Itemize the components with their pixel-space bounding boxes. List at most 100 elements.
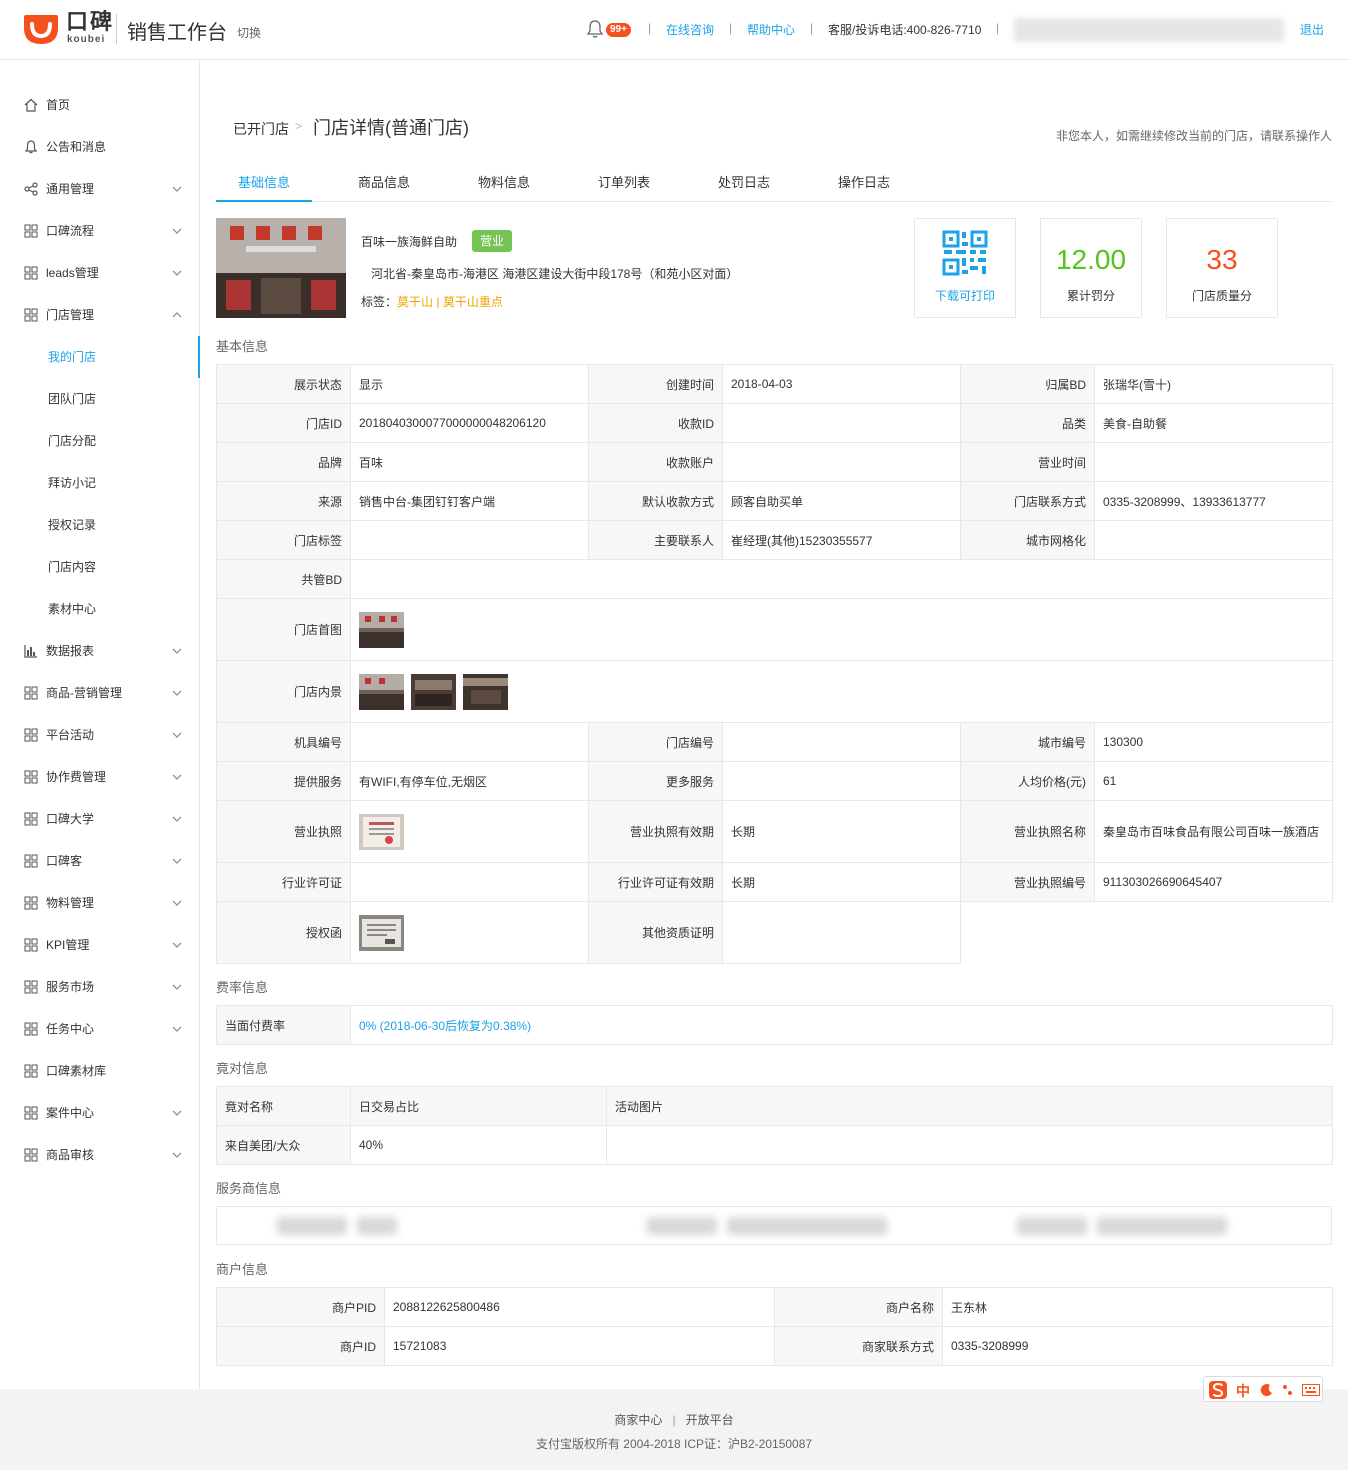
sidebar-item-label: 首页	[46, 98, 71, 112]
sidebar-item-home[interactable]: 首页	[0, 84, 199, 126]
sidebar-subitem-visit-notes[interactable]: 拜访小记	[0, 462, 199, 504]
sidebar-subitem-my-stores[interactable]: 我的门店	[0, 336, 200, 378]
tab-basic-info[interactable]: 基础信息	[216, 165, 312, 202]
sidebar-item[interactable]: 口碑大学	[0, 798, 199, 840]
sidebar-item-store-management[interactable]: 门店管理	[0, 294, 199, 336]
breadcrumb-parent[interactable]: 已开门店	[233, 119, 289, 139]
tab-bar: 基础信息 商品信息 物料信息 订单列表 处罚日志 操作日志	[216, 165, 1332, 202]
sidebar-item-announcements[interactable]: 公告和消息	[0, 126, 199, 168]
chevron-down-icon	[172, 690, 182, 696]
field-value	[350, 800, 589, 863]
field-value	[350, 722, 589, 762]
qr-download-label[interactable]: 下载可打印	[915, 287, 1015, 304]
sidebar-subitem-auth-records[interactable]: 授权记录	[0, 504, 199, 546]
sidebar-subitem-label: 门店内容	[48, 560, 97, 574]
blurred-content	[727, 1217, 887, 1235]
field-label: 门店内景	[216, 660, 351, 723]
sidebar-item[interactable]: 案件中心	[0, 1092, 199, 1134]
sidebar-item-label: 数据报表	[46, 644, 95, 658]
sidebar-subitem-label: 团队门店	[48, 392, 97, 406]
grid-icon	[24, 1064, 38, 1078]
field-value	[722, 442, 961, 482]
authorization-letter-thumbnail[interactable]	[359, 914, 404, 951]
sidebar-item-label: 协作费管理	[46, 770, 107, 784]
grid-icon	[24, 938, 38, 952]
field-value	[350, 660, 1333, 723]
sidebar-item-label: 服务市场	[46, 980, 95, 994]
sidebar-item-general[interactable]: 通用管理	[0, 168, 199, 210]
grid-icon	[24, 1022, 38, 1036]
sidebar-item[interactable]: 平台活动	[0, 714, 199, 756]
field-label: 收款ID	[588, 403, 723, 443]
sidebar-subitem-label: 我的门店	[48, 350, 97, 364]
switch-link[interactable]: 切换	[237, 24, 261, 41]
ime-toolbar[interactable]: 中	[1203, 1376, 1323, 1402]
tab-orders[interactable]: 订单列表	[576, 165, 672, 202]
sidebar-item[interactable]: 任务中心	[0, 1008, 199, 1050]
sidebar-subitem-label: 授权记录	[48, 518, 97, 532]
grid-icon	[24, 812, 38, 826]
tab-operation-log[interactable]: 操作日志	[816, 165, 912, 202]
field-value	[722, 901, 961, 964]
sidebar-item[interactable]: 协作费管理	[0, 756, 199, 798]
store-cover-thumbnail[interactable]	[359, 611, 404, 648]
field-value: 0335-3208999、13933613777	[1094, 481, 1333, 521]
field-value	[350, 862, 589, 902]
sidebar-item[interactable]: 口碑客	[0, 840, 199, 882]
business-license-thumbnail[interactable]	[359, 813, 404, 850]
logout-link[interactable]: 退出	[1300, 21, 1324, 39]
sidebar-item-leads[interactable]: leads管理	[0, 252, 199, 294]
sidebar-item-data-reports[interactable]: 数据报表	[0, 630, 199, 672]
sidebar-item[interactable]: 商品审核	[0, 1134, 199, 1176]
grid-icon	[24, 1148, 38, 1162]
sidebar-item[interactable]: 服务市场	[0, 966, 199, 1008]
grid-icon	[24, 854, 38, 868]
table-row: 来自美团/大众 40%	[216, 1125, 1333, 1165]
sidebar-subitem-team-stores[interactable]: 团队门店	[0, 378, 199, 420]
copyright-text: 支付宝版权所有 2004-2018 ICP证：沪B2-20150087	[535, 1437, 813, 1451]
sidebar-subitem-store-assign[interactable]: 门店分配	[0, 420, 199, 462]
sidebar-item-label: 口碑素材库	[46, 1064, 107, 1078]
table-row: 授权函 其他资质证明	[216, 901, 1333, 964]
store-interior-thumbnail[interactable]	[359, 673, 404, 710]
quality-score-label: 门店质量分	[1191, 289, 1252, 303]
store-interior-thumbnail[interactable]	[463, 673, 508, 710]
help-center-link[interactable]: 帮助中心	[747, 21, 795, 39]
online-consult-link[interactable]: 在线咨询	[666, 21, 714, 39]
store-photo[interactable]	[216, 218, 346, 318]
sidebar-subitem-store-content[interactable]: 门店内容	[0, 546, 199, 588]
field-value	[350, 559, 1333, 599]
tab-products[interactable]: 商品信息	[336, 165, 432, 202]
sidebar-subitem-material-center[interactable]: 素材中心	[0, 588, 199, 630]
chevron-down-icon	[172, 1026, 182, 1032]
section-title-fee: 费率信息	[216, 980, 269, 995]
open-platform-link[interactable]: 开放平台	[686, 1413, 734, 1427]
competitor-info-table: 竟对名称 日交易占比 活动图片 来自美团/大众 40%	[216, 1086, 1333, 1165]
notification-bell-icon[interactable]	[586, 19, 604, 39]
field-value: 王东林	[942, 1287, 1333, 1327]
header-separator: |	[810, 21, 814, 35]
sidebar-item-label: 口碑流程	[46, 224, 95, 238]
merchant-center-link[interactable]: 商家中心	[614, 1413, 662, 1427]
qr-code-card[interactable]: 下载可打印	[914, 218, 1016, 318]
store-interior-thumbnail[interactable]	[411, 673, 456, 710]
tab-materials[interactable]: 物料信息	[456, 165, 552, 202]
blurred-content	[277, 1217, 347, 1235]
table-row: 商户ID 15721083 商家联系方式 0335-3208999	[216, 1326, 1333, 1366]
sidebar-item[interactable]: 商品-营销管理	[0, 672, 199, 714]
sidebar-item[interactable]: 口碑素材库	[0, 1050, 199, 1092]
header-separator: |	[648, 21, 652, 35]
footer-separator: |	[672, 1413, 676, 1427]
quality-score-value: 33	[1206, 244, 1238, 275]
field-value	[350, 520, 589, 560]
field-value: 2018-04-03	[722, 364, 961, 404]
store-tags-label: 标签：	[361, 295, 398, 309]
table-row: 来源 销售中台-集团钉钉客户端 默认收款方式 顾客自助买单 门店联系方式 0335-320…	[216, 481, 1333, 521]
sidebar-item-koubei-flow[interactable]: 口碑流程	[0, 210, 199, 252]
sidebar-item-label: 案件中心	[46, 1106, 95, 1120]
sidebar-item[interactable]: KPI管理	[0, 924, 199, 966]
section-title-provider: 服务商信息	[216, 1181, 282, 1196]
tab-penalty-log[interactable]: 处罚日志	[696, 165, 792, 202]
sidebar-item[interactable]: 物料管理	[0, 882, 199, 924]
field-label: 当面付费率	[216, 1005, 351, 1045]
